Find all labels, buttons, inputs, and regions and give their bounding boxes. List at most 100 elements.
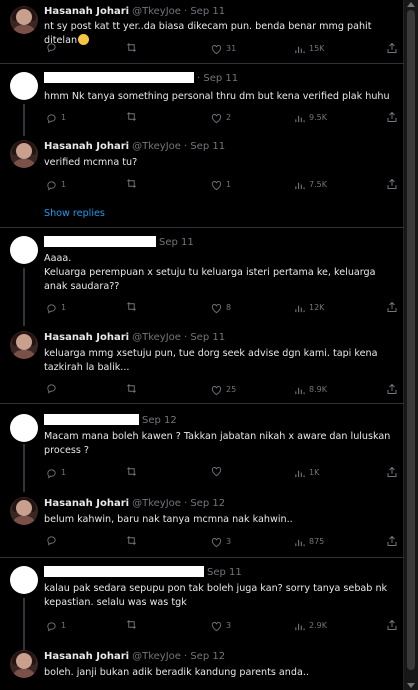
author-handle[interactable]: @TkeyJoe — [132, 498, 181, 509]
retweet-button[interactable] — [126, 178, 141, 189]
author-handle[interactable]: @TkeyJoe — [132, 141, 181, 152]
show-replies-link[interactable]: Show replies — [44, 207, 105, 221]
views-chart-icon — [295, 115, 305, 122]
retweet-icon — [127, 467, 136, 476]
avatar[interactable] — [10, 6, 38, 34]
author-handle[interactable]: @TkeyJoe — [132, 651, 181, 662]
thread-line — [23, 598, 25, 650]
like-button[interactable]: 2 — [211, 111, 231, 125]
author-name[interactable]: Hasanah Johari — [44, 6, 129, 17]
retweet-icon — [127, 620, 136, 629]
tweet-date[interactable]: Sep 12 — [190, 651, 225, 662]
divider — [0, 403, 404, 404]
reply-button[interactable] — [46, 535, 61, 546]
author-handle[interactable]: @TkeyJoe — [132, 332, 181, 343]
views-button[interactable]: 12K — [294, 301, 324, 315]
author-name[interactable]: Hasanah Johari — [44, 141, 129, 152]
views-chart-icon — [295, 46, 305, 53]
like-button[interactable]: 31 — [211, 42, 236, 56]
views-button[interactable]: 8.9K — [294, 383, 327, 397]
share-icon[interactable] — [386, 301, 398, 313]
tweet-date[interactable]: Sep 12 — [190, 498, 225, 509]
author-handle[interactable]: @TkeyJoe — [132, 6, 181, 17]
share-icon[interactable] — [386, 466, 398, 478]
like-count: 25 — [226, 385, 237, 394]
views-button[interactable]: 15K — [294, 42, 324, 56]
retweet-button[interactable] — [126, 111, 141, 122]
views-button[interactable]: 7.5K — [294, 178, 327, 192]
retweet-button[interactable] — [126, 466, 141, 477]
tweet-date[interactable]: Sep 11 — [190, 332, 225, 343]
share-icon[interactable] — [386, 111, 398, 123]
like-count: 8 — [226, 303, 232, 312]
share-icon[interactable] — [386, 42, 398, 54]
share-icon[interactable] — [386, 178, 398, 190]
avatar[interactable] — [10, 650, 38, 678]
reply-button[interactable] — [46, 42, 61, 53]
retweet-button[interactable] — [126, 383, 141, 394]
tweet-date[interactable]: Sep 11 — [190, 6, 225, 17]
like-button[interactable] — [211, 466, 226, 477]
reply-icon — [47, 384, 56, 394]
tweet-date[interactable]: Sep 11 — [159, 237, 194, 248]
reply-button[interactable]: 1 — [46, 111, 66, 125]
views-button[interactable]: 875 — [294, 535, 324, 549]
scroll-thumb[interactable] — [407, 10, 415, 670]
tweet-date[interactable]: Sep 11 — [203, 73, 238, 84]
retweet-icon — [127, 302, 136, 311]
scroll-down-arrow-icon[interactable] — [407, 683, 415, 688]
scroll-up-arrow-icon[interactable] — [407, 2, 415, 7]
retweet-icon — [127, 43, 136, 52]
retweet-button[interactable] — [126, 301, 141, 312]
scrollbar[interactable] — [403, 0, 418, 690]
avatar[interactable] — [10, 140, 38, 168]
views-button[interactable]: 9.5K — [294, 111, 327, 125]
like-button[interactable]: 3 — [211, 535, 231, 549]
author-name[interactable]: Hasanah Johari — [44, 498, 129, 509]
avatar[interactable] — [10, 414, 38, 442]
author-name[interactable]: Hasanah Johari — [44, 332, 129, 343]
tweet-text: hmm Nk tanya something personal thru dm … — [44, 91, 390, 102]
author-name[interactable]: Hasanah Johari — [44, 651, 129, 662]
like-button[interactable]: 3 — [211, 619, 231, 633]
like-button[interactable]: 25 — [211, 383, 236, 397]
reply-icon — [47, 621, 56, 632]
retweet-button[interactable] — [126, 535, 141, 546]
like-count: 31 — [226, 44, 237, 53]
heart-icon — [211, 467, 222, 477]
reply-icon — [47, 536, 56, 546]
view-count: 15K — [309, 44, 325, 53]
reply-button[interactable]: 1 — [46, 301, 66, 315]
tweet-date[interactable]: Sep 12 — [142, 415, 177, 426]
retweet-button[interactable] — [126, 619, 141, 630]
retweet-icon — [127, 536, 136, 545]
tweet-text: verified mcmna tu? — [44, 157, 138, 168]
like-button[interactable]: 8 — [211, 301, 231, 315]
like-button[interactable]: 1 — [211, 178, 231, 192]
views-button[interactable]: 2.9K — [294, 619, 327, 633]
avatar[interactable] — [10, 566, 38, 594]
view-count: 2.9K — [309, 621, 327, 630]
heart-icon — [211, 621, 222, 631]
reply-icon — [47, 113, 56, 124]
reply-button[interactable]: 1 — [46, 466, 66, 480]
thread-line — [23, 444, 25, 492]
share-icon[interactable] — [386, 535, 398, 547]
reply-button[interactable]: 1 — [46, 619, 66, 633]
reply-button[interactable] — [46, 383, 61, 394]
reply-button[interactable]: 1 — [46, 178, 66, 192]
views-chart-icon — [295, 182, 305, 189]
like-count: 1 — [226, 180, 232, 189]
avatar[interactable] — [10, 236, 38, 264]
retweet-button[interactable] — [126, 42, 141, 53]
avatar[interactable] — [10, 497, 38, 525]
tweet-date[interactable]: Sep 11 — [190, 141, 225, 152]
share-icon[interactable] — [386, 619, 398, 631]
tweet-date[interactable]: Sep 11 — [207, 567, 242, 578]
views-button[interactable]: 1K — [294, 466, 319, 480]
avatar[interactable] — [10, 331, 38, 359]
share-icon[interactable] — [386, 383, 398, 395]
avatar[interactable] — [10, 72, 38, 100]
tweet-text: kalau pak sedara sepupu pon tak boleh ju… — [44, 583, 388, 608]
reply-count: 1 — [61, 180, 67, 189]
